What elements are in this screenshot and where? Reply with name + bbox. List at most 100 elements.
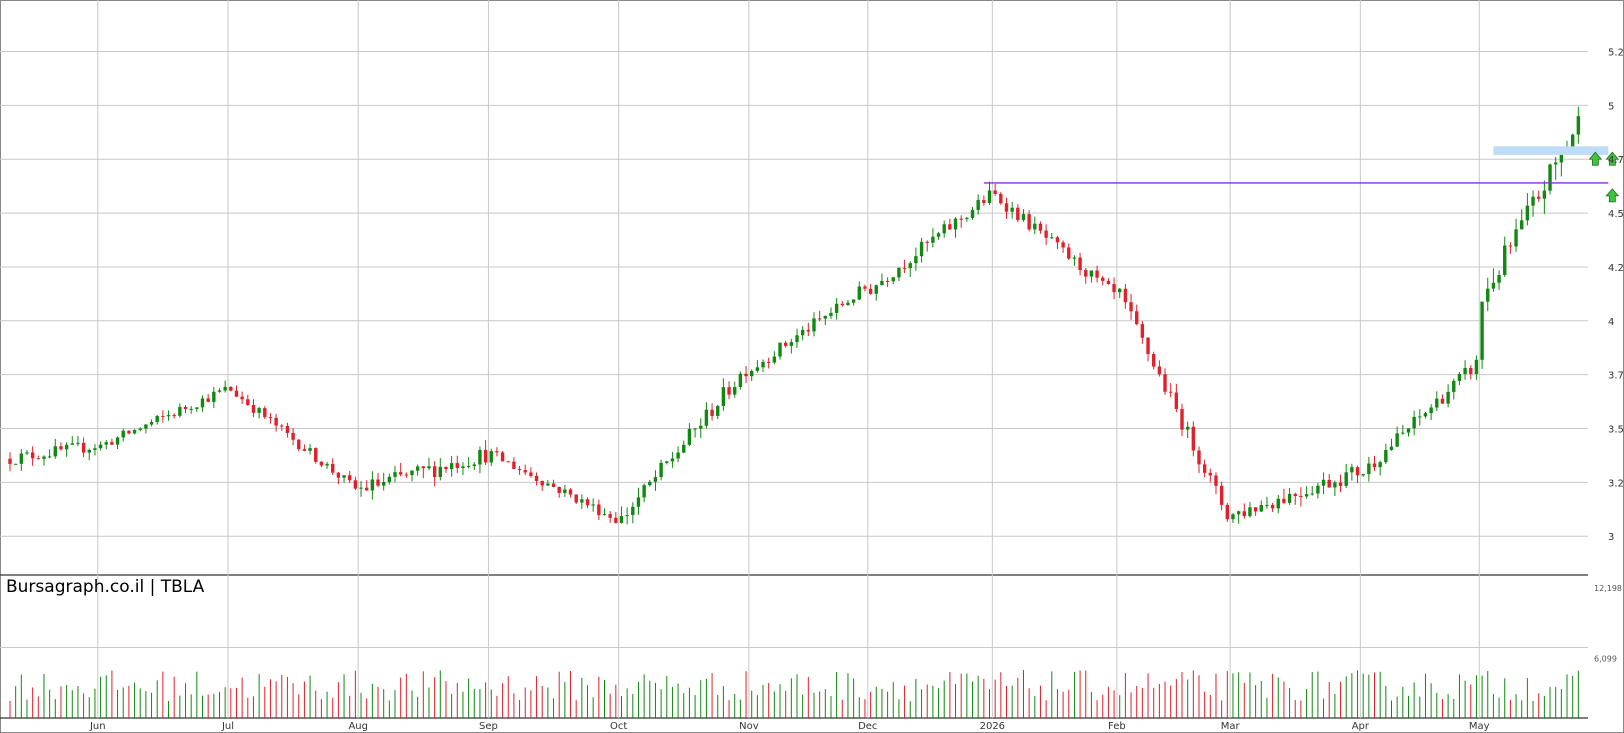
candle-body [1299, 495, 1303, 497]
candle-body [1078, 257, 1082, 271]
price-axis: 5.25 5 4.75 4.5 4.25 4 3.75 3.5 3.25 3 12,198 6,099 [1594, 48, 1624, 664]
candle-body [1553, 162, 1558, 165]
y-tick-label: 3.25 [1608, 478, 1624, 489]
candle-body [93, 448, 97, 450]
candle-body [557, 487, 561, 493]
candle-body [1486, 288, 1490, 302]
candle-body [1084, 270, 1088, 277]
candle-body [1129, 302, 1133, 312]
candle-body [1208, 472, 1213, 476]
candle-body [1146, 337, 1150, 355]
candle-body [574, 494, 578, 503]
candle-body [495, 451, 499, 453]
grid-lines [0, 0, 1624, 733]
candle-body [778, 342, 782, 357]
candle-body [489, 451, 493, 463]
candle-body [885, 280, 890, 282]
candle-body [353, 480, 358, 489]
candle-body [1236, 511, 1241, 515]
candle-body [1570, 134, 1575, 148]
candle-body [1259, 505, 1263, 512]
candle-body [1469, 367, 1473, 374]
candle-body [144, 424, 148, 429]
candle-body [1480, 301, 1484, 360]
candle-body [212, 391, 216, 402]
candle-body [1525, 205, 1530, 221]
candle-body [965, 217, 969, 220]
candle-body [1367, 463, 1371, 475]
candle-body [1418, 416, 1422, 418]
candle-body [936, 233, 941, 237]
candle-body [274, 417, 278, 426]
x-tick-label: Dec [858, 721, 877, 732]
candle-body [1542, 190, 1547, 199]
candle-body [1446, 391, 1450, 404]
candle-body [1395, 433, 1399, 447]
y-tick-label: 4.25 [1608, 263, 1624, 274]
candle-body [755, 367, 760, 371]
candle-body [761, 361, 765, 368]
candle-body [959, 218, 963, 220]
candle-body [942, 224, 946, 234]
candle-body [880, 280, 884, 286]
candle-body [665, 461, 669, 463]
x-tick-label: Feb [1108, 721, 1126, 732]
candle-body [268, 417, 273, 419]
candle-body [614, 517, 618, 523]
candle-body [625, 515, 629, 517]
candle-body [976, 200, 980, 210]
candle-body [1050, 237, 1054, 239]
candle-body [1287, 493, 1292, 503]
candle-body [987, 190, 992, 203]
candle-body [919, 241, 924, 257]
candle-body [631, 506, 635, 516]
candle-body [789, 342, 794, 346]
candle-body [461, 466, 465, 469]
candle-body [619, 515, 624, 523]
candle-body [200, 398, 205, 408]
candle-body [1503, 245, 1507, 276]
candle-body [70, 443, 74, 445]
candle-body [687, 428, 692, 445]
volume-bars [9, 670, 1579, 718]
candle-body [115, 437, 120, 445]
candle-body [444, 466, 448, 470]
candle-body [438, 466, 443, 478]
x-tick-label: Oct [610, 721, 627, 732]
candle-body [653, 477, 658, 482]
candle-body [704, 409, 709, 426]
candle-body [110, 442, 114, 445]
candle-body [1038, 223, 1043, 231]
candle-body [1174, 392, 1179, 409]
candle-body [1412, 416, 1416, 429]
candle-body [381, 482, 386, 486]
candle-body [1185, 426, 1190, 430]
candle-body [342, 475, 346, 478]
candle-body [733, 387, 737, 395]
candle-body [540, 480, 544, 486]
candle-body [1497, 275, 1501, 283]
candle-body [914, 256, 918, 264]
candle-body [636, 497, 641, 507]
candle-body [1350, 467, 1354, 473]
candle-body [1202, 464, 1207, 473]
candle-body [1389, 446, 1394, 450]
candle-body [87, 449, 91, 453]
candle-body [331, 463, 335, 473]
candle-body [1531, 196, 1535, 206]
candle-body [812, 318, 816, 332]
candle-body [297, 439, 301, 450]
candle-body [744, 373, 748, 377]
candle-body [280, 425, 284, 427]
candle-body [325, 463, 329, 466]
candle-body [1191, 426, 1196, 451]
candle-body [223, 386, 227, 391]
candle-body [642, 485, 646, 498]
candle-body [795, 335, 799, 343]
candle-body [370, 479, 375, 491]
chart-border [0, 0, 1624, 733]
candle-body [591, 504, 595, 506]
candle-body [478, 449, 482, 465]
candle-body [1101, 277, 1105, 281]
candle-body [1463, 367, 1467, 375]
